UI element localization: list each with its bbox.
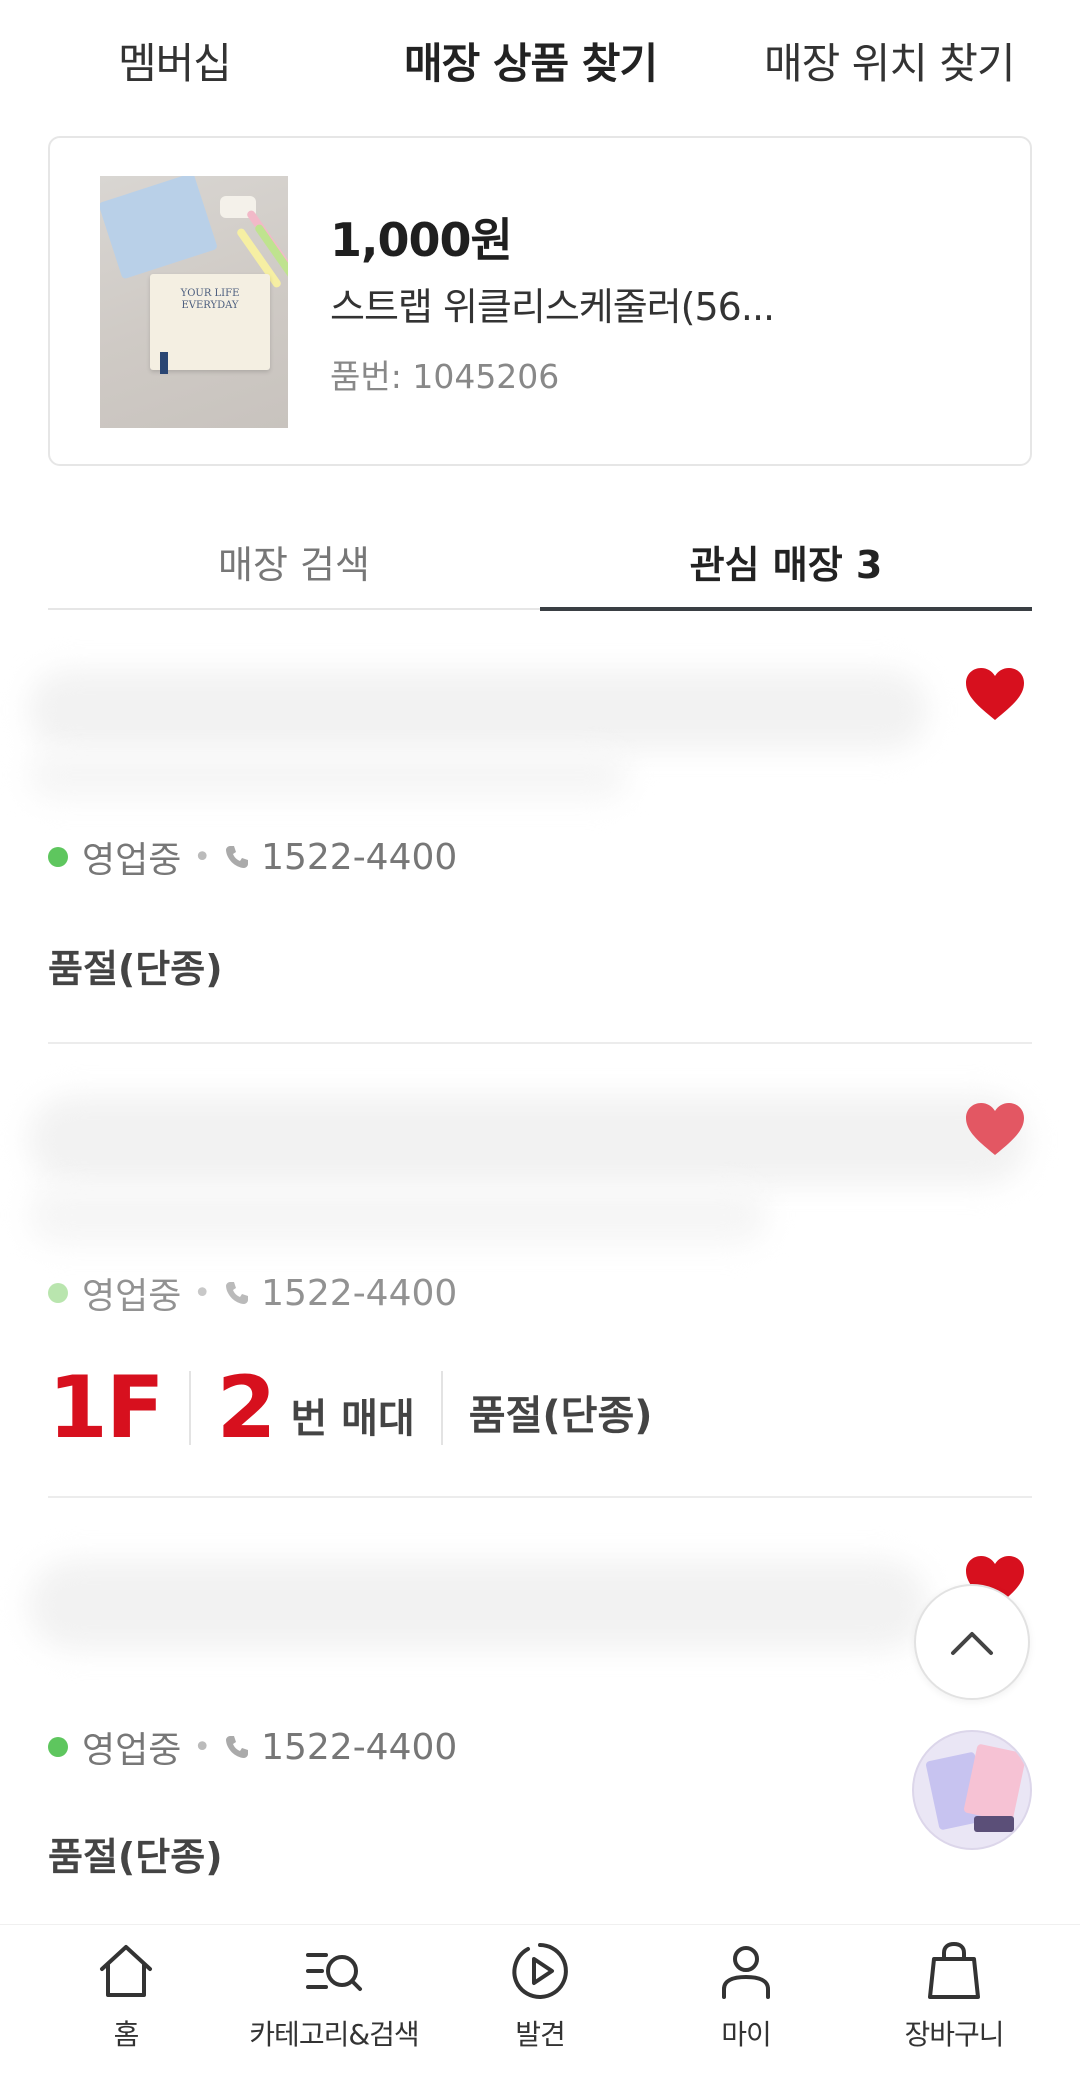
store-status-row: 영업중 • 1522-4400 (48, 832, 457, 882)
shopping-bag-icon (922, 1939, 986, 2003)
nav-label: 마이 (721, 2018, 772, 2051)
product-image-text: YOUR LIFE EVERYDAY (180, 288, 240, 311)
store-address-placeholder (28, 750, 628, 800)
product-location-row: 1F 2 번 매대 품절(단종) (48, 1358, 653, 1458)
store-divider (48, 1042, 1032, 1044)
active-tab-underline (540, 607, 1032, 611)
vertical-divider (188, 1371, 191, 1445)
store-name-placeholder (28, 1560, 928, 1650)
separator-dot: • (193, 1729, 212, 1765)
open-status-dot (48, 1737, 68, 1757)
favorite-heart-icon[interactable] (964, 666, 1026, 722)
nav-label: 장바구니 (904, 2018, 1004, 2051)
store-name-placeholder (28, 670, 928, 750)
category-search-icon (302, 1939, 366, 2003)
stand-number: 2 (216, 1358, 277, 1458)
nav-discover[interactable]: 발견 (432, 1939, 648, 2053)
store-item[interactable]: 영업중 • 1522-4400 1F 2 번 매대 품절(단종) (28, 1075, 1032, 1495)
discover-play-icon (508, 1939, 572, 2003)
scroll-to-top-button[interactable] (914, 1584, 1030, 1700)
phone-icon (223, 843, 251, 871)
user-icon (714, 1939, 778, 2003)
product-price: 1,000원 (330, 213, 513, 267)
nav-cart[interactable]: 장바구니 (846, 1939, 1062, 2053)
separator-dot: • (193, 1275, 212, 1311)
store-status: 영업중 (82, 840, 182, 881)
open-status-dot (48, 1283, 68, 1303)
store-item[interactable]: 영업중 • 1522-4400 품절(단종) (28, 640, 1032, 1040)
promo-floating-button[interactable] (912, 1730, 1032, 1850)
store-sub-tabs: 매장 검색 관심 매장 3 (48, 520, 1032, 611)
store-address-placeholder (28, 1185, 768, 1245)
nav-label: 홈 (113, 2018, 140, 2051)
bottom-navigation: 홈 카테고리&검색 발견 마이 장바구니 (0, 1924, 1080, 2085)
product-code: 품번: 1045206 (330, 357, 560, 396)
nav-category-search[interactable]: 카테고리&검색 (226, 1939, 442, 2053)
nav-home[interactable]: 홈 (18, 1939, 234, 2053)
separator-dot: • (193, 839, 212, 875)
chevron-up-icon (951, 1632, 993, 1655)
store-item[interactable]: 영업중 • 1522-4400 품절(단종) (28, 1530, 1032, 1910)
product-card[interactable]: YOUR LIFE EVERYDAY 1,000원 스트랩 위클리스케줄러(56… (48, 136, 1032, 466)
vertical-divider (440, 1371, 443, 1445)
floor-label: 1F (48, 1358, 165, 1458)
stand-label: 번 매대 (290, 1396, 415, 1442)
store-phone[interactable]: 1522-4400 (261, 1273, 457, 1314)
store-divider (48, 1496, 1032, 1498)
tab-store-location-search[interactable]: 매장 위치 찾기 (764, 30, 1016, 91)
tab-favorite-stores[interactable]: 관심 매장 3 (540, 534, 1032, 589)
phone-icon (223, 1733, 251, 1761)
home-icon (94, 1939, 158, 2003)
stock-status: 품절(단종) (48, 947, 223, 991)
store-status-row: 영업중 • 1522-4400 (48, 1268, 457, 1318)
store-phone[interactable]: 1522-4400 (261, 837, 457, 878)
nav-my[interactable]: 마이 (638, 1939, 854, 2053)
product-image: YOUR LIFE EVERYDAY (100, 176, 288, 428)
open-status-dot (48, 847, 68, 867)
store-phone[interactable]: 1522-4400 (261, 1727, 457, 1768)
store-name-placeholder (28, 1095, 1028, 1185)
store-status-row: 영업중 • 1522-4400 (48, 1722, 457, 1772)
tab-membership[interactable]: 멤버십 (118, 30, 232, 91)
stock-status: 품절(단종) (468, 1393, 653, 1439)
store-status: 영업중 (82, 1730, 182, 1771)
top-tab-bar: 멤버십 매장 상품 찾기 매장 위치 찾기 (0, 0, 1080, 130)
tab-store-search[interactable]: 매장 검색 (48, 534, 540, 589)
nav-label: 카테고리&검색 (249, 2018, 419, 2051)
tab-store-product-search[interactable]: 매장 상품 찾기 (404, 30, 658, 91)
phone-icon (223, 1279, 251, 1307)
store-status: 영업중 (82, 1276, 182, 1317)
product-name: 스트랩 위클리스케줄러(56... (330, 285, 775, 329)
favorite-heart-icon[interactable] (964, 1101, 1026, 1157)
stock-status: 품절(단종) (48, 1835, 223, 1879)
nav-label: 발견 (515, 2018, 566, 2051)
